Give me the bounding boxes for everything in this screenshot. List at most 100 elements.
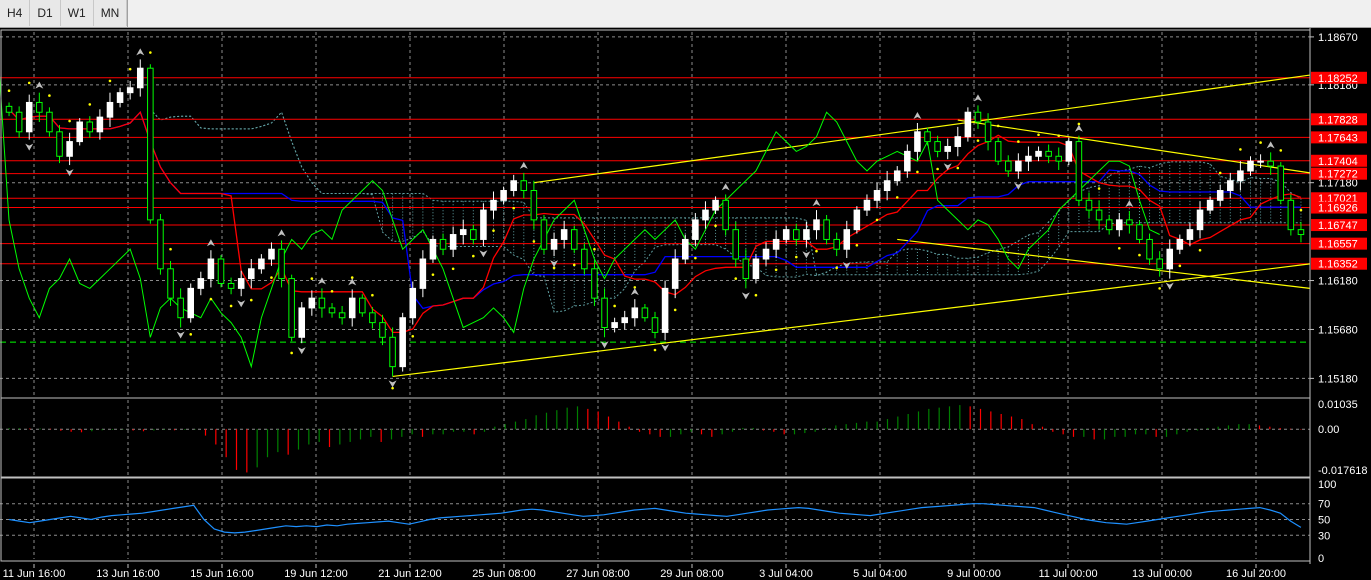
- price-chart[interactable]: 1.186701.181801.171801.161801.156801.151…: [0, 28, 1371, 580]
- sar-dot: [653, 348, 657, 352]
- candle-body: [1035, 150, 1042, 157]
- sar-dot: [189, 333, 193, 336]
- candle-body: [984, 121, 992, 143]
- candle-body: [379, 322, 386, 338]
- candle-body: [904, 150, 911, 172]
- candle-body: [964, 111, 972, 138]
- level-tag-label: 1.17404: [1318, 156, 1358, 168]
- candle-body: [641, 307, 649, 319]
- candle-body: [601, 297, 608, 329]
- candle-body: [782, 229, 790, 240]
- candle-body: [863, 199, 871, 211]
- candle-body: [409, 287, 417, 319]
- candle-body: [5, 105, 13, 113]
- time-tick-label: 27 Jun 08:00: [566, 568, 630, 580]
- chart-background: [0, 28, 1371, 580]
- candle-body: [924, 131, 931, 143]
- candle-body: [702, 209, 709, 221]
- candle-body: [883, 180, 891, 192]
- tab-h4[interactable]: H4: [0, 0, 31, 26]
- candle-body: [661, 287, 669, 333]
- candle-body: [1237, 170, 1244, 182]
- timeframe-tabs: H4 D1 W1 MN: [0, 0, 129, 27]
- candle-body: [974, 111, 982, 123]
- candle-body: [106, 101, 114, 118]
- candle-body: [25, 101, 33, 133]
- sar-dot: [1198, 248, 1202, 252]
- candle-body: [1257, 160, 1264, 163]
- sar-dot: [815, 249, 818, 253]
- sar-dot: [330, 290, 334, 293]
- sar-dot: [492, 229, 495, 232]
- candle-body: [1065, 141, 1073, 162]
- candle-body: [36, 101, 43, 113]
- candle-body: [1156, 258, 1163, 270]
- sar-dot: [976, 139, 980, 142]
- candle-body: [550, 238, 558, 250]
- candle-body: [76, 121, 83, 143]
- candle-body: [96, 116, 104, 133]
- candle-body: [833, 238, 840, 250]
- candle-body: [1206, 199, 1214, 211]
- candle-body: [147, 67, 154, 221]
- candle-body: [772, 238, 780, 250]
- candle-body: [1146, 238, 1153, 260]
- sar-dot: [1017, 140, 1020, 143]
- tab-d1[interactable]: D1: [30, 0, 61, 26]
- sar-dot: [7, 89, 11, 93]
- sar-dot: [1138, 253, 1141, 257]
- candle-body: [399, 317, 406, 368]
- sar-dot: [996, 124, 1000, 128]
- sar-dot: [774, 268, 778, 272]
- time-tick-label: 11 Jun 16:00: [3, 568, 66, 580]
- level-tag-label: 1.16747: [1318, 220, 1358, 232]
- sar-dot: [229, 304, 233, 308]
- candle-body: [1216, 190, 1224, 201]
- candle-body: [419, 258, 427, 289]
- candle-body: [318, 297, 326, 309]
- candle-body: [591, 268, 598, 299]
- time-tick-label: 29 Jun 08:00: [660, 568, 724, 580]
- candle-body: [1166, 248, 1174, 270]
- sar-dot: [249, 298, 253, 302]
- tab-mn[interactable]: MN: [94, 0, 128, 26]
- candle-body: [136, 67, 144, 89]
- time-tick-label: 15 Jun 16:00: [190, 568, 254, 580]
- candle-body: [268, 248, 275, 260]
- time-tick-label: 5 Jul 04:00: [853, 568, 907, 580]
- candle-body: [611, 322, 618, 329]
- sar-dot: [472, 254, 475, 258]
- candle-body: [1015, 160, 1022, 172]
- candle-body: [227, 282, 235, 289]
- level-tag-label: 1.17643: [1318, 132, 1358, 144]
- candle-body: [692, 219, 699, 240]
- sar-dot: [451, 267, 455, 271]
- time-tick-label: 21 Jun 12:00: [378, 568, 442, 580]
- candle-body: [873, 190, 881, 201]
- tab-w1[interactable]: W1: [61, 0, 94, 26]
- candle-body: [389, 336, 396, 368]
- sar-dot: [1299, 208, 1303, 212]
- sar-dot: [936, 167, 939, 171]
- sar-dot: [1218, 171, 1222, 175]
- sar-dot: [1057, 134, 1061, 138]
- sar-dot: [1037, 133, 1040, 137]
- candle-body: [116, 92, 124, 103]
- sar-dot: [572, 263, 576, 267]
- sar-dot: [68, 119, 71, 123]
- candle-body: [1045, 150, 1052, 157]
- candle-body: [490, 199, 497, 211]
- sar-dot: [290, 351, 293, 355]
- candle-body: [288, 278, 295, 338]
- level-tag-label: 1.16352: [1318, 259, 1358, 271]
- sar-dot: [795, 255, 798, 259]
- candle-body: [46, 111, 53, 133]
- candle-body: [944, 145, 951, 152]
- price-tick-label: 1.16180: [1318, 276, 1358, 288]
- oscillator-tick-label: -0.017618: [1318, 465, 1368, 477]
- sar-dot: [88, 103, 92, 106]
- candle-body: [934, 141, 941, 152]
- sar-dot: [875, 218, 879, 222]
- candle-body: [359, 297, 366, 314]
- sar-dot: [593, 247, 596, 251]
